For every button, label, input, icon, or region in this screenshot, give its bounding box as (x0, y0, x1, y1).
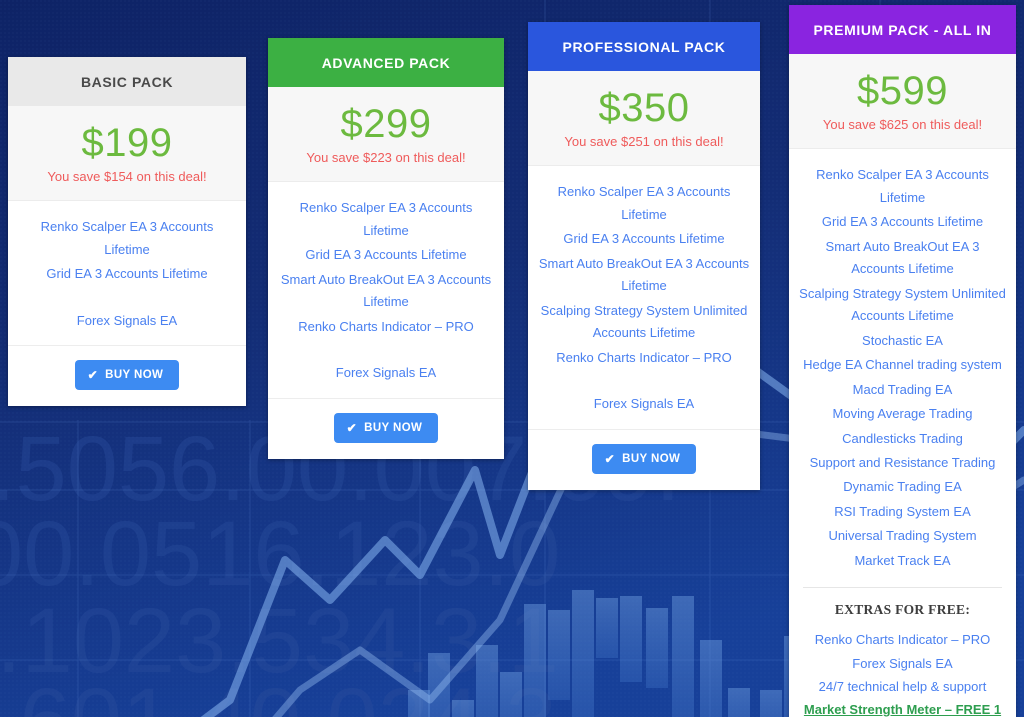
list-item: Renko Scalper EA 3 Accounts Lifetime (816, 167, 989, 205)
list-item: Renko Scalper EA 3 Accounts Lifetime (299, 200, 473, 238)
pricing-card-premium[interactable]: PREMIUM PACK - ALL IN $599 You save $625… (789, 5, 1016, 717)
buy-now-label: BUY NOW (364, 421, 423, 434)
list-item: Macd Trading EA (852, 381, 953, 397)
pricing-card-professional[interactable]: PROFESSIONAL PACK $350 You save $251 on … (528, 22, 760, 490)
card-footer-basic: ✔ BUY NOW (8, 345, 246, 406)
pricing-card-advanced[interactable]: ADVANCED PACK $299 You save $223 on this… (268, 38, 504, 459)
list-item: Support and Resistance Trading (809, 455, 996, 470)
card-header-professional: PROFESSIONAL PACK (528, 22, 760, 71)
savings-basic: You save $154 on this deal! (47, 169, 207, 185)
check-icon: ✔ (604, 451, 616, 466)
list-item: Smart Auto BreakOut EA 3 Accounts Lifeti… (538, 255, 750, 294)
feature-list-professional: Renko Scalper EA 3 Accounts Lifetime Gri… (528, 166, 760, 428)
card-header-premium: PREMIUM PACK - ALL IN (789, 5, 1016, 54)
card-footer-advanced: ✔ BUY NOW (268, 397, 504, 459)
list-item: Grid EA 3 Accounts Lifetime (305, 247, 467, 263)
check-icon: ✔ (87, 368, 99, 383)
pricing-card-basic[interactable]: BASIC PACK $199 You save $154 on this de… (8, 57, 246, 407)
price-advanced: $299 (340, 102, 432, 146)
list-item: Hedge EA Channel trading system (803, 357, 1002, 373)
list-item-spacer (278, 339, 494, 361)
list-item: Forex Signals EA (593, 396, 695, 412)
list-item: Forex Signals EA (76, 312, 178, 328)
list-item: Stochastic EA (862, 332, 943, 348)
list-item: Renko Scalper EA 3 Accounts Lifetime (557, 184, 731, 222)
buy-now-button-professional[interactable]: ✔ BUY NOW (591, 443, 697, 474)
price-premium: $599 (857, 69, 948, 113)
list-item: 24/7 technical help & support (818, 678, 987, 694)
savings-professional: You save $251 on this deal! (564, 134, 724, 150)
list-item: Moving Average Trading (832, 406, 973, 422)
extras-title: EXTRAS FOR FREE: (834, 602, 971, 618)
buy-now-label: BUY NOW (105, 369, 164, 382)
buy-now-button-advanced[interactable]: ✔ BUY NOW (333, 412, 439, 443)
price-box-advanced: $299 You save $223 on this deal! (268, 87, 504, 183)
card-header-advanced: ADVANCED PACK (268, 38, 504, 87)
buy-now-label: BUY NOW (622, 452, 681, 465)
check-icon: ✔ (346, 420, 358, 435)
list-item: Smart Auto BreakOut EA 3 Accounts Lifeti… (280, 271, 492, 310)
list-item: Dynamic Trading EA (843, 479, 962, 495)
feature-list-basic: Renko Scalper EA 3 Accounts Lifetime Gri… (8, 201, 246, 345)
feature-list-premium: Renko Scalper EA 3 Accounts Lifetime Gri… (789, 149, 1016, 577)
price-professional: $350 (598, 86, 690, 130)
price-box-professional: $350 You save $251 on this deal! (528, 71, 760, 167)
feature-list-advanced: Renko Scalper EA 3 Accounts Lifetime Gri… (268, 182, 504, 397)
price-box-basic: $199 You save $154 on this deal! (8, 106, 246, 202)
list-item: Market Track EA (854, 552, 951, 568)
list-item: Forex Signals EA (335, 365, 437, 381)
savings-advanced: You save $223 on this deal! (306, 150, 466, 166)
list-item-spacer (538, 370, 750, 392)
savings-premium: You save $625 on this deal! (822, 117, 983, 133)
list-item: Grid EA 3 Accounts Lifetime (563, 231, 725, 247)
list-item: Renko Charts Indicator – PRO (814, 632, 991, 648)
list-item: Candlesticks Trading (842, 430, 963, 446)
price-basic: $199 (81, 121, 173, 165)
list-item: Scalping Strategy System Unlimited Accou… (799, 285, 1006, 324)
list-item: Renko Charts Indicator – PRO (556, 349, 732, 365)
extras-list: Renko Charts Indicator – PRO Forex Signa… (789, 624, 1016, 717)
card-header-basic: BASIC PACK (8, 57, 246, 106)
list-item: RSI Trading System EA (834, 503, 971, 519)
card-footer-professional: ✔ BUY NOW (528, 428, 760, 490)
list-item: Universal Trading System (828, 528, 977, 544)
list-item: Scalping Strategy System Unlimited Accou… (540, 302, 748, 341)
list-item: Grid EA 3 Accounts Lifetime (821, 214, 984, 230)
list-item-spacer (18, 287, 236, 309)
price-box-premium: $599 You save $625 on this deal! (789, 54, 1016, 150)
list-item: Renko Scalper EA 3 Accounts Lifetime (40, 219, 214, 257)
list-item: Renko Charts Indicator – PRO (298, 318, 474, 334)
list-item: Smart Auto BreakOut EA 3 Accounts Lifeti… (825, 238, 980, 277)
list-item: Forex Signals EA (852, 655, 953, 671)
list-item: Grid EA 3 Accounts Lifetime (46, 266, 208, 282)
buy-now-button-basic[interactable]: ✔ BUY NOW (74, 360, 180, 391)
list-item-highlight[interactable]: Market Strength Meter – FREE 1 Year! (799, 698, 1006, 717)
